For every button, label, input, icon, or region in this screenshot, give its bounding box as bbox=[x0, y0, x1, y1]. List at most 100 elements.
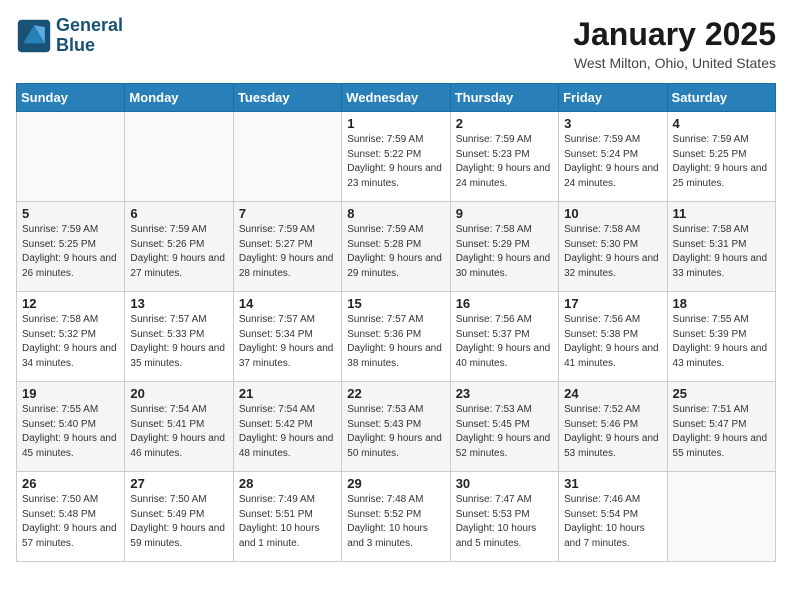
weekday-header-sunday: Sunday bbox=[17, 84, 125, 112]
day-cell-22: 22 Sunrise: 7:53 AMSunset: 5:43 PMDayligh… bbox=[342, 382, 450, 472]
day-cell-9: 9 Sunrise: 7:58 AMSunset: 5:29 PMDaylight… bbox=[450, 202, 558, 292]
day-cell-5: 5Sunrise: 7:59 AMSunset: 5:25 PMDaylight… bbox=[17, 202, 125, 292]
day-info: Sunrise: 7:50 AMSunset: 5:49 PMDaylight:… bbox=[130, 493, 227, 551]
day-cell-25: 25 Sunrise: 7:51 AMSunset: 5:47 PMDayligh… bbox=[667, 382, 775, 472]
empty-cell bbox=[233, 112, 341, 202]
day-number: 7 bbox=[239, 206, 336, 221]
day-cell-21: 21Sunrise: 7:54 AMSunset: 5:42 PMDayligh… bbox=[233, 382, 341, 472]
day-number: 2 bbox=[456, 116, 553, 131]
day-info: Sunrise: 7:59 AMSunset: 5:25 PMDaylight:… bbox=[673, 133, 770, 191]
day-number: 26 bbox=[22, 476, 119, 491]
day-cell-12: 12 Sunrise: 7:58 AMSunset: 5:32 PMDayligh… bbox=[17, 292, 125, 382]
day-number: 5 bbox=[22, 206, 119, 221]
logo: General Blue bbox=[16, 16, 123, 56]
day-info: Sunrise: 7:56 AMSunset: 5:38 PMDaylight:… bbox=[564, 313, 661, 371]
day-number: 11 bbox=[673, 206, 770, 221]
day-info: Sunrise: 7:51 AMSunset: 5:47 PMDaylight:… bbox=[673, 403, 770, 461]
week-row-5: 26 Sunrise: 7:50 AMSunset: 5:48 PMDayligh… bbox=[17, 472, 776, 562]
day-cell-28: 28 Sunrise: 7:49 AMSunset: 5:51 PMDayligh… bbox=[233, 472, 341, 562]
day-number: 4 bbox=[673, 116, 770, 131]
day-number: 9 bbox=[456, 206, 553, 221]
day-number: 17 bbox=[564, 296, 661, 311]
empty-cell bbox=[125, 112, 233, 202]
day-number: 22 bbox=[347, 386, 444, 401]
day-info: Sunrise: 7:57 AMSunset: 5:33 PMDaylight:… bbox=[130, 313, 227, 371]
day-number: 18 bbox=[673, 296, 770, 311]
day-number: 12 bbox=[22, 296, 119, 311]
month-title: January 2025 bbox=[573, 16, 776, 53]
logo-icon bbox=[16, 18, 52, 54]
day-number: 29 bbox=[347, 476, 444, 491]
day-number: 10 bbox=[564, 206, 661, 221]
day-info: Sunrise: 7:54 AMSunset: 5:41 PMDaylight:… bbox=[130, 403, 227, 461]
weekday-header-friday: Friday bbox=[559, 84, 667, 112]
day-cell-10: 10 Sunrise: 7:58 AMSunset: 5:30 PMDayligh… bbox=[559, 202, 667, 292]
week-row-3: 12 Sunrise: 7:58 AMSunset: 5:32 PMDayligh… bbox=[17, 292, 776, 382]
day-info: Sunrise: 7:58 AMSunset: 5:32 PMDaylight:… bbox=[22, 313, 119, 371]
day-info: Sunrise: 7:54 AMSunset: 5:42 PMDaylight:… bbox=[239, 403, 336, 461]
day-cell-2: 2 Sunrise: 7:59 AMSunset: 5:23 PMDaylight… bbox=[450, 112, 558, 202]
title-block: January 2025 West Milton, Ohio, United S… bbox=[573, 16, 776, 71]
day-number: 28 bbox=[239, 476, 336, 491]
day-number: 23 bbox=[456, 386, 553, 401]
weekday-header-wednesday: Wednesday bbox=[342, 84, 450, 112]
calendar-table: SundayMondayTuesdayWednesdayThursdayFrid… bbox=[16, 83, 776, 562]
day-number: 30 bbox=[456, 476, 553, 491]
logo-text: General Blue bbox=[56, 16, 123, 56]
day-number: 25 bbox=[673, 386, 770, 401]
day-info: Sunrise: 7:46 AMSunset: 5:54 PMDaylight:… bbox=[564, 493, 661, 551]
day-cell-6: 6Sunrise: 7:59 AMSunset: 5:26 PMDaylight… bbox=[125, 202, 233, 292]
day-number: 3 bbox=[564, 116, 661, 131]
day-number: 8 bbox=[347, 206, 444, 221]
day-cell-31: 31 Sunrise: 7:46 AMSunset: 5:54 PMDayligh… bbox=[559, 472, 667, 562]
day-number: 13 bbox=[130, 296, 227, 311]
day-cell-7: 7 Sunrise: 7:59 AMSunset: 5:27 PMDaylight… bbox=[233, 202, 341, 292]
day-info: Sunrise: 7:57 AMSunset: 5:34 PMDaylight:… bbox=[239, 313, 336, 371]
day-number: 1 bbox=[347, 116, 444, 131]
day-number: 16 bbox=[456, 296, 553, 311]
day-cell-19: 19 Sunrise: 7:55 AMSunset: 5:40 PMDayligh… bbox=[17, 382, 125, 472]
page-header: General Blue January 2025 West Milton, O… bbox=[16, 16, 776, 71]
day-cell-13: 13 Sunrise: 7:57 AMSunset: 5:33 PMDayligh… bbox=[125, 292, 233, 382]
day-cell-11: 11Sunrise: 7:58 AMSunset: 5:31 PMDayligh… bbox=[667, 202, 775, 292]
day-cell-18: 18 Sunrise: 7:55 AMSunset: 5:39 PMDayligh… bbox=[667, 292, 775, 382]
day-number: 27 bbox=[130, 476, 227, 491]
day-info: Sunrise: 7:58 AMSunset: 5:30 PMDaylight:… bbox=[564, 223, 661, 281]
week-row-1: 1 Sunrise: 7:59 AMSunset: 5:22 PMDaylight… bbox=[17, 112, 776, 202]
day-cell-8: 8 Sunrise: 7:59 AMSunset: 5:28 PMDaylight… bbox=[342, 202, 450, 292]
weekday-header-thursday: Thursday bbox=[450, 84, 558, 112]
day-info: Sunrise: 7:52 AMSunset: 5:46 PMDaylight:… bbox=[564, 403, 661, 461]
day-number: 19 bbox=[22, 386, 119, 401]
day-info: Sunrise: 7:57 AMSunset: 5:36 PMDaylight:… bbox=[347, 313, 444, 371]
week-row-2: 5Sunrise: 7:59 AMSunset: 5:25 PMDaylight… bbox=[17, 202, 776, 292]
day-cell-30: 30Sunrise: 7:47 AMSunset: 5:53 PMDayligh… bbox=[450, 472, 558, 562]
day-number: 15 bbox=[347, 296, 444, 311]
empty-cell bbox=[667, 472, 775, 562]
day-info: Sunrise: 7:53 AMSunset: 5:45 PMDaylight:… bbox=[456, 403, 553, 461]
week-row-4: 19 Sunrise: 7:55 AMSunset: 5:40 PMDayligh… bbox=[17, 382, 776, 472]
day-number: 24 bbox=[564, 386, 661, 401]
location: West Milton, Ohio, United States bbox=[573, 55, 776, 71]
day-info: Sunrise: 7:49 AMSunset: 5:51 PMDaylight:… bbox=[239, 493, 336, 551]
day-info: Sunrise: 7:59 AMSunset: 5:28 PMDaylight:… bbox=[347, 223, 444, 281]
day-info: Sunrise: 7:59 AMSunset: 5:27 PMDaylight:… bbox=[239, 223, 336, 281]
day-info: Sunrise: 7:53 AMSunset: 5:43 PMDaylight:… bbox=[347, 403, 444, 461]
day-cell-17: 17 Sunrise: 7:56 AMSunset: 5:38 PMDayligh… bbox=[559, 292, 667, 382]
empty-cell bbox=[17, 112, 125, 202]
day-cell-4: 4 Sunrise: 7:59 AMSunset: 5:25 PMDaylight… bbox=[667, 112, 775, 202]
day-cell-26: 26 Sunrise: 7:50 AMSunset: 5:48 PMDayligh… bbox=[17, 472, 125, 562]
day-cell-29: 29Sunrise: 7:48 AMSunset: 5:52 PMDayligh… bbox=[342, 472, 450, 562]
day-cell-27: 27 Sunrise: 7:50 AMSunset: 5:49 PMDayligh… bbox=[125, 472, 233, 562]
day-info: Sunrise: 7:59 AMSunset: 5:24 PMDaylight:… bbox=[564, 133, 661, 191]
day-info: Sunrise: 7:58 AMSunset: 5:29 PMDaylight:… bbox=[456, 223, 553, 281]
day-number: 14 bbox=[239, 296, 336, 311]
day-cell-20: 20Sunrise: 7:54 AMSunset: 5:41 PMDayligh… bbox=[125, 382, 233, 472]
day-info: Sunrise: 7:55 AMSunset: 5:40 PMDaylight:… bbox=[22, 403, 119, 461]
day-cell-3: 3 Sunrise: 7:59 AMSunset: 5:24 PMDaylight… bbox=[559, 112, 667, 202]
day-info: Sunrise: 7:56 AMSunset: 5:37 PMDaylight:… bbox=[456, 313, 553, 371]
day-info: Sunrise: 7:59 AMSunset: 5:23 PMDaylight:… bbox=[456, 133, 553, 191]
day-info: Sunrise: 7:59 AMSunset: 5:22 PMDaylight:… bbox=[347, 133, 444, 191]
day-info: Sunrise: 7:55 AMSunset: 5:39 PMDaylight:… bbox=[673, 313, 770, 371]
day-info: Sunrise: 7:50 AMSunset: 5:48 PMDaylight:… bbox=[22, 493, 119, 551]
day-number: 31 bbox=[564, 476, 661, 491]
